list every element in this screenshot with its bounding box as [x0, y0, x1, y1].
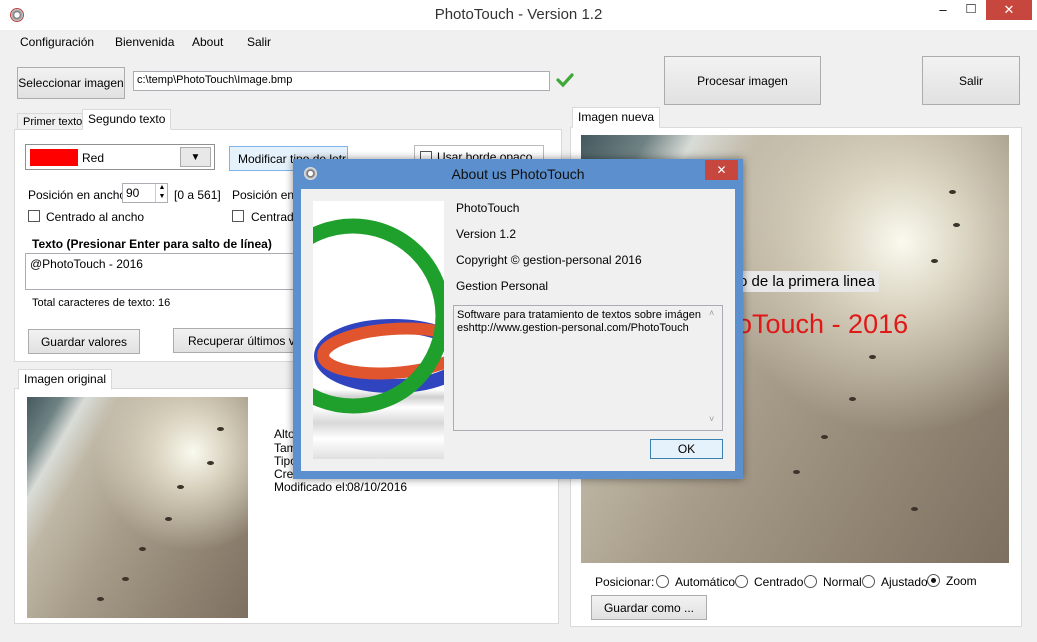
- color-name: Red: [82, 151, 105, 165]
- menu-salir[interactable]: Salir: [247, 35, 271, 49]
- total-chars: Total caracteres de texto: 16: [32, 297, 171, 309]
- about-product: PhotoTouch: [456, 201, 520, 215]
- scroll-down-icon[interactable]: ˅: [709, 414, 714, 424]
- close-button[interactable]: ✕: [986, 0, 1032, 20]
- color-swatch: [30, 149, 78, 166]
- image-path-text: c:\temp\PhotoTouch\Image.bmp: [137, 74, 293, 86]
- process-image-button[interactable]: Procesar imagen: [664, 56, 821, 105]
- text-header: Texto (Presionar Enter para salto de lín…: [32, 237, 272, 251]
- minimize-button[interactable]: –: [930, 2, 956, 22]
- overlay-line2: oTouch - 2016: [737, 309, 909, 339]
- footprint: [165, 517, 172, 521]
- pos-width-value: 90: [126, 186, 140, 200]
- modified-label: Modificado el:: [274, 480, 349, 494]
- menu-configuracion[interactable]: Configuración: [20, 35, 94, 49]
- about-copyright: Copyright © gestion-personal 2016: [456, 253, 642, 267]
- check-icon: [556, 73, 574, 88]
- about-close-button[interactable]: ✕: [705, 160, 738, 180]
- rings-logo-icon: [313, 218, 444, 414]
- footprint: [207, 461, 214, 465]
- footprint: [849, 397, 856, 401]
- footprint: [911, 507, 918, 511]
- radio-centrado[interactable]: [735, 575, 748, 588]
- pos-width-spinner[interactable]: 90 ▲ ▼: [122, 183, 168, 203]
- info-alto: Alto: [274, 427, 295, 441]
- color-select[interactable]: Red ▼: [25, 144, 215, 170]
- radio-ajustado-label: Ajustado: [881, 575, 928, 589]
- footprint: [122, 577, 129, 581]
- tab-imagen-nueva[interactable]: Imagen nueva: [572, 107, 661, 128]
- footprint: [949, 190, 956, 194]
- footprint: [953, 223, 960, 227]
- footprint: [177, 485, 184, 489]
- scroll-up-icon[interactable]: ˄: [709, 308, 714, 318]
- tab-segundo-texto[interactable]: Segundo texto: [82, 109, 172, 130]
- window-title: PhotoTouch - Version 1.2: [434, 6, 603, 23]
- original-image: [27, 397, 248, 618]
- chevron-down-icon[interactable]: ▼: [180, 147, 211, 167]
- footprint: [217, 427, 224, 431]
- tab-imagen-original[interactable]: Imagen original: [18, 369, 113, 390]
- radio-zoom-label: Zoom: [946, 574, 977, 588]
- position-label: Posicionar:: [595, 575, 655, 589]
- about-description[interactable]: Software para tratamiento de textos sobr…: [453, 305, 723, 431]
- exit-button[interactable]: Salir: [922, 56, 1020, 105]
- maximize-button[interactable]: □: [958, 0, 984, 20]
- about-ok-button[interactable]: OK: [650, 439, 723, 459]
- modified-value: 08/10/2016: [347, 480, 408, 494]
- radio-automatico-label: Automático: [675, 575, 736, 589]
- about-description-text: Software para tratamiento de textos sobr…: [457, 309, 701, 334]
- about-logo: [313, 201, 444, 459]
- about-version: Version 1.2: [456, 227, 517, 241]
- radio-centrado-label: Centrado: [754, 575, 804, 589]
- image-path-field[interactable]: c:\temp\PhotoTouch\Image.bmp: [133, 71, 550, 91]
- tab-primer-texto[interactable]: Primer texto: [17, 113, 89, 130]
- menu-bar: Configuración Bienvenida About Salir: [0, 30, 1037, 54]
- radio-ajustado[interactable]: [862, 575, 875, 588]
- menu-about[interactable]: About: [192, 35, 223, 49]
- pos-width-range: [0 a 561]: [174, 188, 221, 202]
- save-as-button[interactable]: Guardar como ...: [591, 595, 707, 620]
- center-width-label: Centrado al ancho: [46, 210, 145, 224]
- about-company: Gestion Personal: [456, 279, 549, 293]
- center-width-checkbox[interactable]: [28, 210, 40, 222]
- footprint: [821, 435, 828, 439]
- recover-values-button[interactable]: Recuperar últimos valores: [173, 328, 307, 353]
- overlay-line1: o de la primera linea: [735, 271, 879, 292]
- about-title: About us PhotoTouch: [451, 166, 585, 182]
- save-values-button[interactable]: Guardar valores: [28, 329, 140, 354]
- about-body: PhotoTouch Version 1.2 Copyright © gesti…: [301, 189, 735, 471]
- spin-down-icon[interactable]: ▼: [155, 193, 168, 202]
- radio-automatico[interactable]: [656, 575, 669, 588]
- footprint: [869, 355, 876, 359]
- center-height-checkbox[interactable]: [232, 210, 244, 222]
- radio-zoom[interactable]: [927, 574, 940, 587]
- footprint: [931, 259, 938, 263]
- radio-normal-label: Normal: [823, 575, 862, 589]
- about-dialog: About us PhotoTouch ✕ PhotoTouch Version…: [293, 159, 743, 479]
- text-input[interactable]: @PhotoTouch - 2016: [25, 253, 305, 290]
- title-bar: PhotoTouch - Version 1.2 – □ ✕: [0, 0, 1037, 30]
- footprint: [793, 470, 800, 474]
- menu-bienvenida[interactable]: Bienvenida: [115, 35, 174, 49]
- footprint: [139, 547, 146, 551]
- spin-up-icon[interactable]: ▲: [155, 184, 168, 193]
- radio-normal[interactable]: [804, 575, 817, 588]
- pos-width-label: Posición en ancho:: [28, 188, 130, 202]
- footprint: [97, 597, 104, 601]
- select-image-button[interactable]: Seleccionar imagen: [17, 67, 125, 99]
- text-input-value: @PhotoTouch - 2016: [30, 257, 143, 271]
